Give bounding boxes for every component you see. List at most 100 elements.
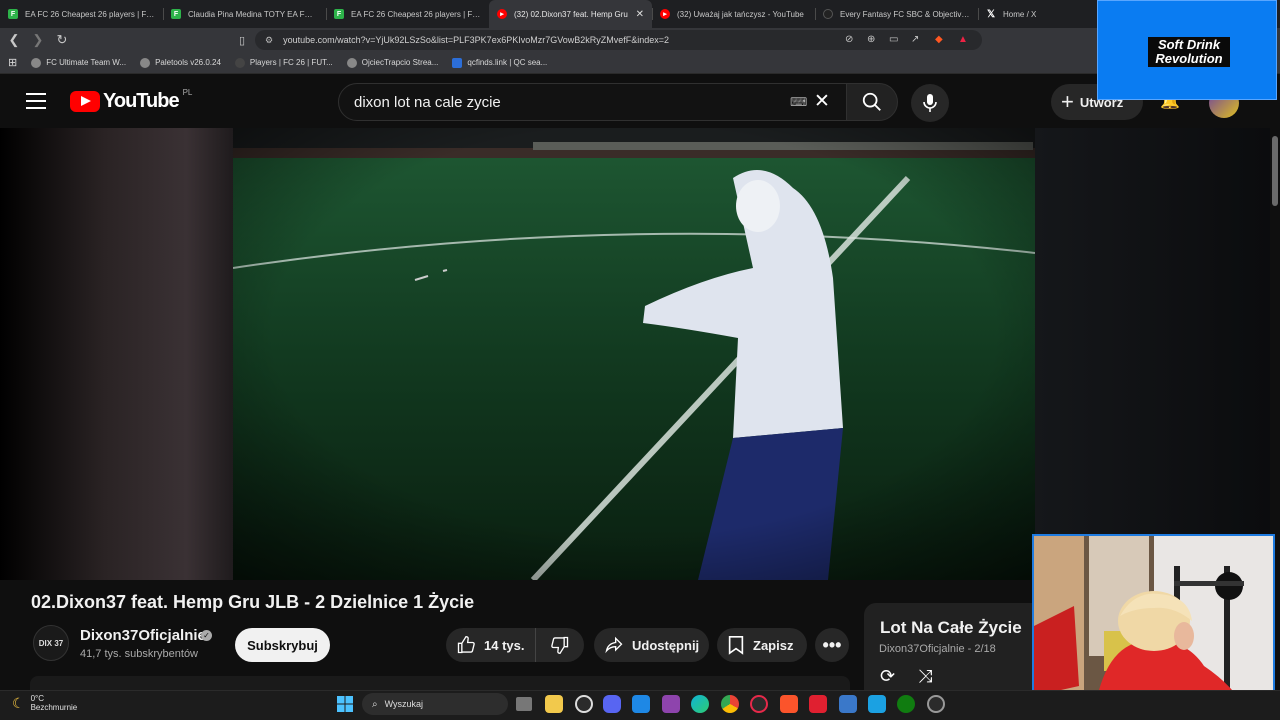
loop-icon[interactable]: ⟳ [880, 666, 895, 687]
discord-icon[interactable] [603, 695, 621, 713]
edge-icon[interactable] [691, 695, 709, 713]
page-scrollbar[interactable] [1270, 128, 1280, 580]
save-button[interactable]: Zapisz [717, 628, 807, 662]
xbox-icon[interactable] [897, 695, 915, 713]
playlist-title[interactable]: Lot Na Całe Życie [880, 618, 1022, 638]
brave-icon[interactable] [780, 695, 798, 713]
address-bar[interactable]: ⚙ youtube.com/watch?v=YjUk92LSzSo&list=P… [255, 30, 982, 50]
opera-icon[interactable] [750, 695, 768, 713]
channel-name[interactable]: Dixon37Oficjalnie [80, 627, 206, 644]
zoom-icon[interactable]: ⊕ [867, 34, 875, 45]
bookmark-label: Paletools v26.0.24 [155, 58, 221, 67]
bookmark-item[interactable]: FC Ultimate Team W... [31, 57, 126, 68]
bookmark-label: qcfinds.link | QC sea... [467, 58, 548, 67]
app-icon[interactable] [662, 695, 680, 713]
video-frame[interactable] [233, 128, 1035, 580]
apps-grid-icon[interactable]: ⊞ [8, 56, 17, 69]
menu-icon[interactable] [26, 93, 46, 109]
settings-icon[interactable] [927, 695, 945, 713]
share-button[interactable]: Udostępnij [594, 628, 709, 662]
bookmark-label: OjciecTrapcio Strea... [361, 58, 439, 67]
search-button[interactable] [846, 83, 898, 121]
more-actions-button[interactable]: ••• [815, 628, 849, 662]
app-icon[interactable] [868, 695, 886, 713]
search-input[interactable]: dixon lot na cale zycie [338, 83, 847, 121]
site-info-icon[interactable]: ⚙ [265, 35, 273, 46]
browser-tab-active[interactable]: ▸ (32) 02.Dixon37 feat. Hemp Gru ✕ [489, 0, 652, 28]
bookmark-item[interactable]: OjciecTrapcio Strea... [346, 57, 439, 68]
chatgpt-icon[interactable] [575, 695, 593, 713]
webcam-scene [1034, 536, 1273, 714]
vivaldi-icon[interactable] [809, 695, 827, 713]
rewards-icon[interactable]: ▲ [958, 34, 968, 45]
ambient-glow-left [0, 128, 233, 580]
save-label: Zapisz [753, 637, 794, 653]
thumbs-up-icon [457, 635, 475, 654]
url-text: youtube.com/watch?v=YjUk92LSzSo&list=PLF… [283, 35, 670, 45]
file-explorer-icon[interactable] [545, 695, 563, 713]
x-icon: 𝕏 [986, 8, 996, 20]
subscriber-count: 41,7 tys. subskrybentów [80, 648, 199, 660]
vscode-icon[interactable] [632, 695, 650, 713]
dislike-button[interactable] [536, 635, 584, 655]
bookmark-item[interactable]: Players | FC 26 | FUT... [234, 57, 333, 68]
tab-title: Home / X [1003, 9, 1037, 19]
playlist-subtitle: Dixon37Oficjalnie - 2/18 [879, 643, 996, 655]
clear-search-icon[interactable]: ✕ [814, 90, 830, 113]
brave-shield-icon[interactable]: ◆ [935, 34, 943, 45]
bookmark-icon[interactable]: ▯ [232, 30, 252, 50]
like-count: 14 tys. [484, 637, 525, 653]
no-tracking-icon[interactable]: ⊘ [845, 34, 853, 45]
subscribe-button[interactable]: Subskrybuj [235, 628, 330, 662]
browser-tab[interactable]: ▸ (32) Uważaj jak tańczysz - YouTube [652, 0, 815, 28]
futbin-icon: F [334, 9, 344, 19]
video-title: 02.Dixon37 feat. Hemp Gru JLB - 2 Dzieln… [31, 592, 475, 612]
microphone-icon [923, 94, 937, 112]
cast-icon[interactable]: ▭ [889, 34, 898, 45]
plus-icon: + [1061, 89, 1074, 114]
browser-tab[interactable]: F Claudia Pina Medina TOTY EA FC 26 [163, 0, 326, 28]
globe-icon [140, 57, 151, 68]
forward-icon[interactable]: ❯ [28, 30, 48, 50]
like-button[interactable]: 14 tys. [446, 628, 536, 662]
reload-icon[interactable]: ↻ [52, 30, 72, 50]
share-icon[interactable]: ↗ [911, 34, 919, 45]
task-view-icon[interactable] [516, 697, 532, 711]
browser-tab[interactable]: 𝕏 Home / X [978, 0, 1088, 28]
verified-check-icon: ✓ [201, 630, 212, 641]
bookmark-item[interactable]: qcfinds.link | QC sea... [452, 57, 548, 68]
browser-tab[interactable]: F EA FC 26 Cheapest 26 players | FUTB [326, 0, 489, 28]
close-tab-icon[interactable]: ✕ [636, 9, 644, 20]
site-icon [452, 57, 463, 68]
logo-text: YouTube [103, 90, 180, 112]
youtube-logo[interactable]: YouTube PL [70, 88, 192, 113]
channel-avatar-text: DIX 37 [38, 638, 64, 648]
keyboard-icon[interactable]: ⌨ [790, 95, 807, 109]
photos-icon[interactable] [839, 695, 857, 713]
overlay-brand-text: Soft Drink Revolution [1148, 37, 1230, 67]
weather-widget[interactable]: ☾ 0°C Bezchmurnie [12, 694, 77, 712]
channel-avatar[interactable]: DIX 37 [33, 625, 69, 661]
windows-start-icon[interactable] [336, 695, 354, 713]
back-icon[interactable]: ❮ [4, 30, 24, 50]
share-arrow-icon [605, 636, 623, 654]
globe-icon [31, 57, 42, 68]
windows-logo-icon [337, 696, 353, 712]
browser-tab-strip: F EA FC 26 Cheapest 26 players | FUTB F Cl… [0, 0, 1280, 28]
chrome-icon[interactable] [721, 695, 739, 713]
futbin-icon: F [8, 9, 18, 19]
search-value: dixon lot na cale zycie [354, 93, 501, 111]
description-box-edge [30, 676, 850, 690]
voice-search-button[interactable] [911, 84, 949, 122]
search-icon: ⌕ [372, 698, 378, 710]
youtube-icon: ▸ [497, 9, 507, 19]
like-dislike-group: 14 tys. [446, 628, 584, 662]
shuffle-icon[interactable]: ⤨ [918, 666, 932, 687]
bookmarks-bar: ⊞ FC Ultimate Team W... Paletools v26.0.… [0, 52, 1280, 74]
scrollbar-thumb[interactable] [1272, 136, 1278, 206]
browser-tab[interactable]: F EA FC 26 Cheapest 26 players | FUTB [0, 0, 163, 28]
taskbar-search[interactable]: ⌕ Wyszukaj [362, 693, 508, 715]
site-icon [234, 57, 245, 68]
bookmark-item[interactable]: Paletools v26.0.24 [140, 57, 221, 68]
browser-tab[interactable]: Every Fantasy FC SBC & Objective Pl [815, 0, 978, 28]
